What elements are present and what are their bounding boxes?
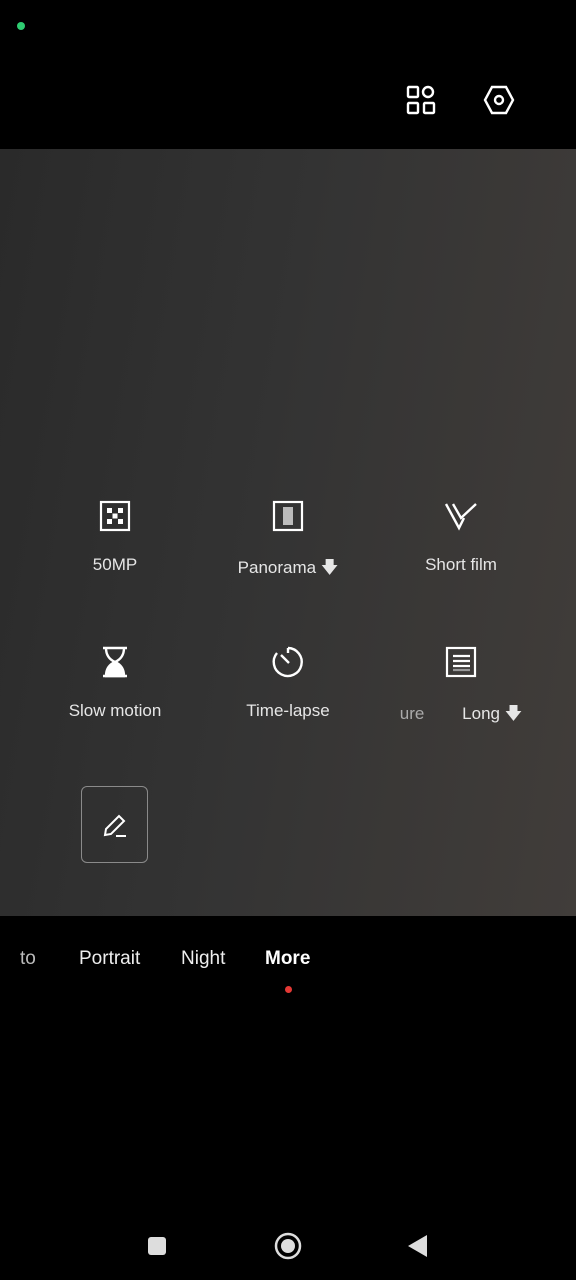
tab-photo[interactable]: to [20,948,36,970]
hourglass-icon [103,646,127,678]
tab-night[interactable]: Night [181,948,225,970]
mode-50mp[interactable]: 50MP [30,499,200,575]
grid-icon[interactable] [405,84,437,116]
mode-label: Short film [425,555,497,574]
mode-label: Panorama [237,558,317,577]
status-indicator-dot [17,22,25,30]
timer-icon [272,646,303,678]
mode-label: Time-lapse [246,701,330,720]
panorama-icon [272,500,304,532]
mode-label: Slow motion [68,701,162,720]
recents-square-icon[interactable] [147,1236,167,1256]
edit-pencil-icon [103,814,126,837]
tab-more[interactable]: More [265,948,310,970]
edit-modes-button[interactable] [81,786,148,863]
download-icon: 🡇 [320,558,339,577]
settings-hexagon-icon[interactable] [483,84,515,116]
mode-panorama[interactable]: Panorama 🡇 [203,499,373,584]
mode-long-exposure[interactable]: ure Long 🡇 [376,645,546,730]
short-film-icon [444,503,477,531]
mode-time-lapse[interactable]: Time-lapse [203,645,373,721]
active-tab-indicator [285,986,292,993]
tab-portrait[interactable]: Portrait [79,948,140,970]
home-circle-icon[interactable] [273,1231,303,1261]
mode-label: Long [462,704,500,723]
mode-label-scrolling-part: ure [399,704,425,723]
mode-tabs: to Portrait Night More [0,948,576,978]
mode-short-film[interactable]: Short film [376,499,546,575]
camera-viewfinder[interactable]: 50MP Panorama 🡇 Short film Slow motion T… [0,149,576,916]
50mp-icon [99,500,131,532]
mode-label: 50MP [92,555,138,574]
download-icon: 🡇 [504,704,523,723]
back-triangle-icon[interactable] [407,1234,429,1258]
mode-slow-motion[interactable]: Slow motion [30,645,200,721]
long-exposure-icon [445,646,477,678]
